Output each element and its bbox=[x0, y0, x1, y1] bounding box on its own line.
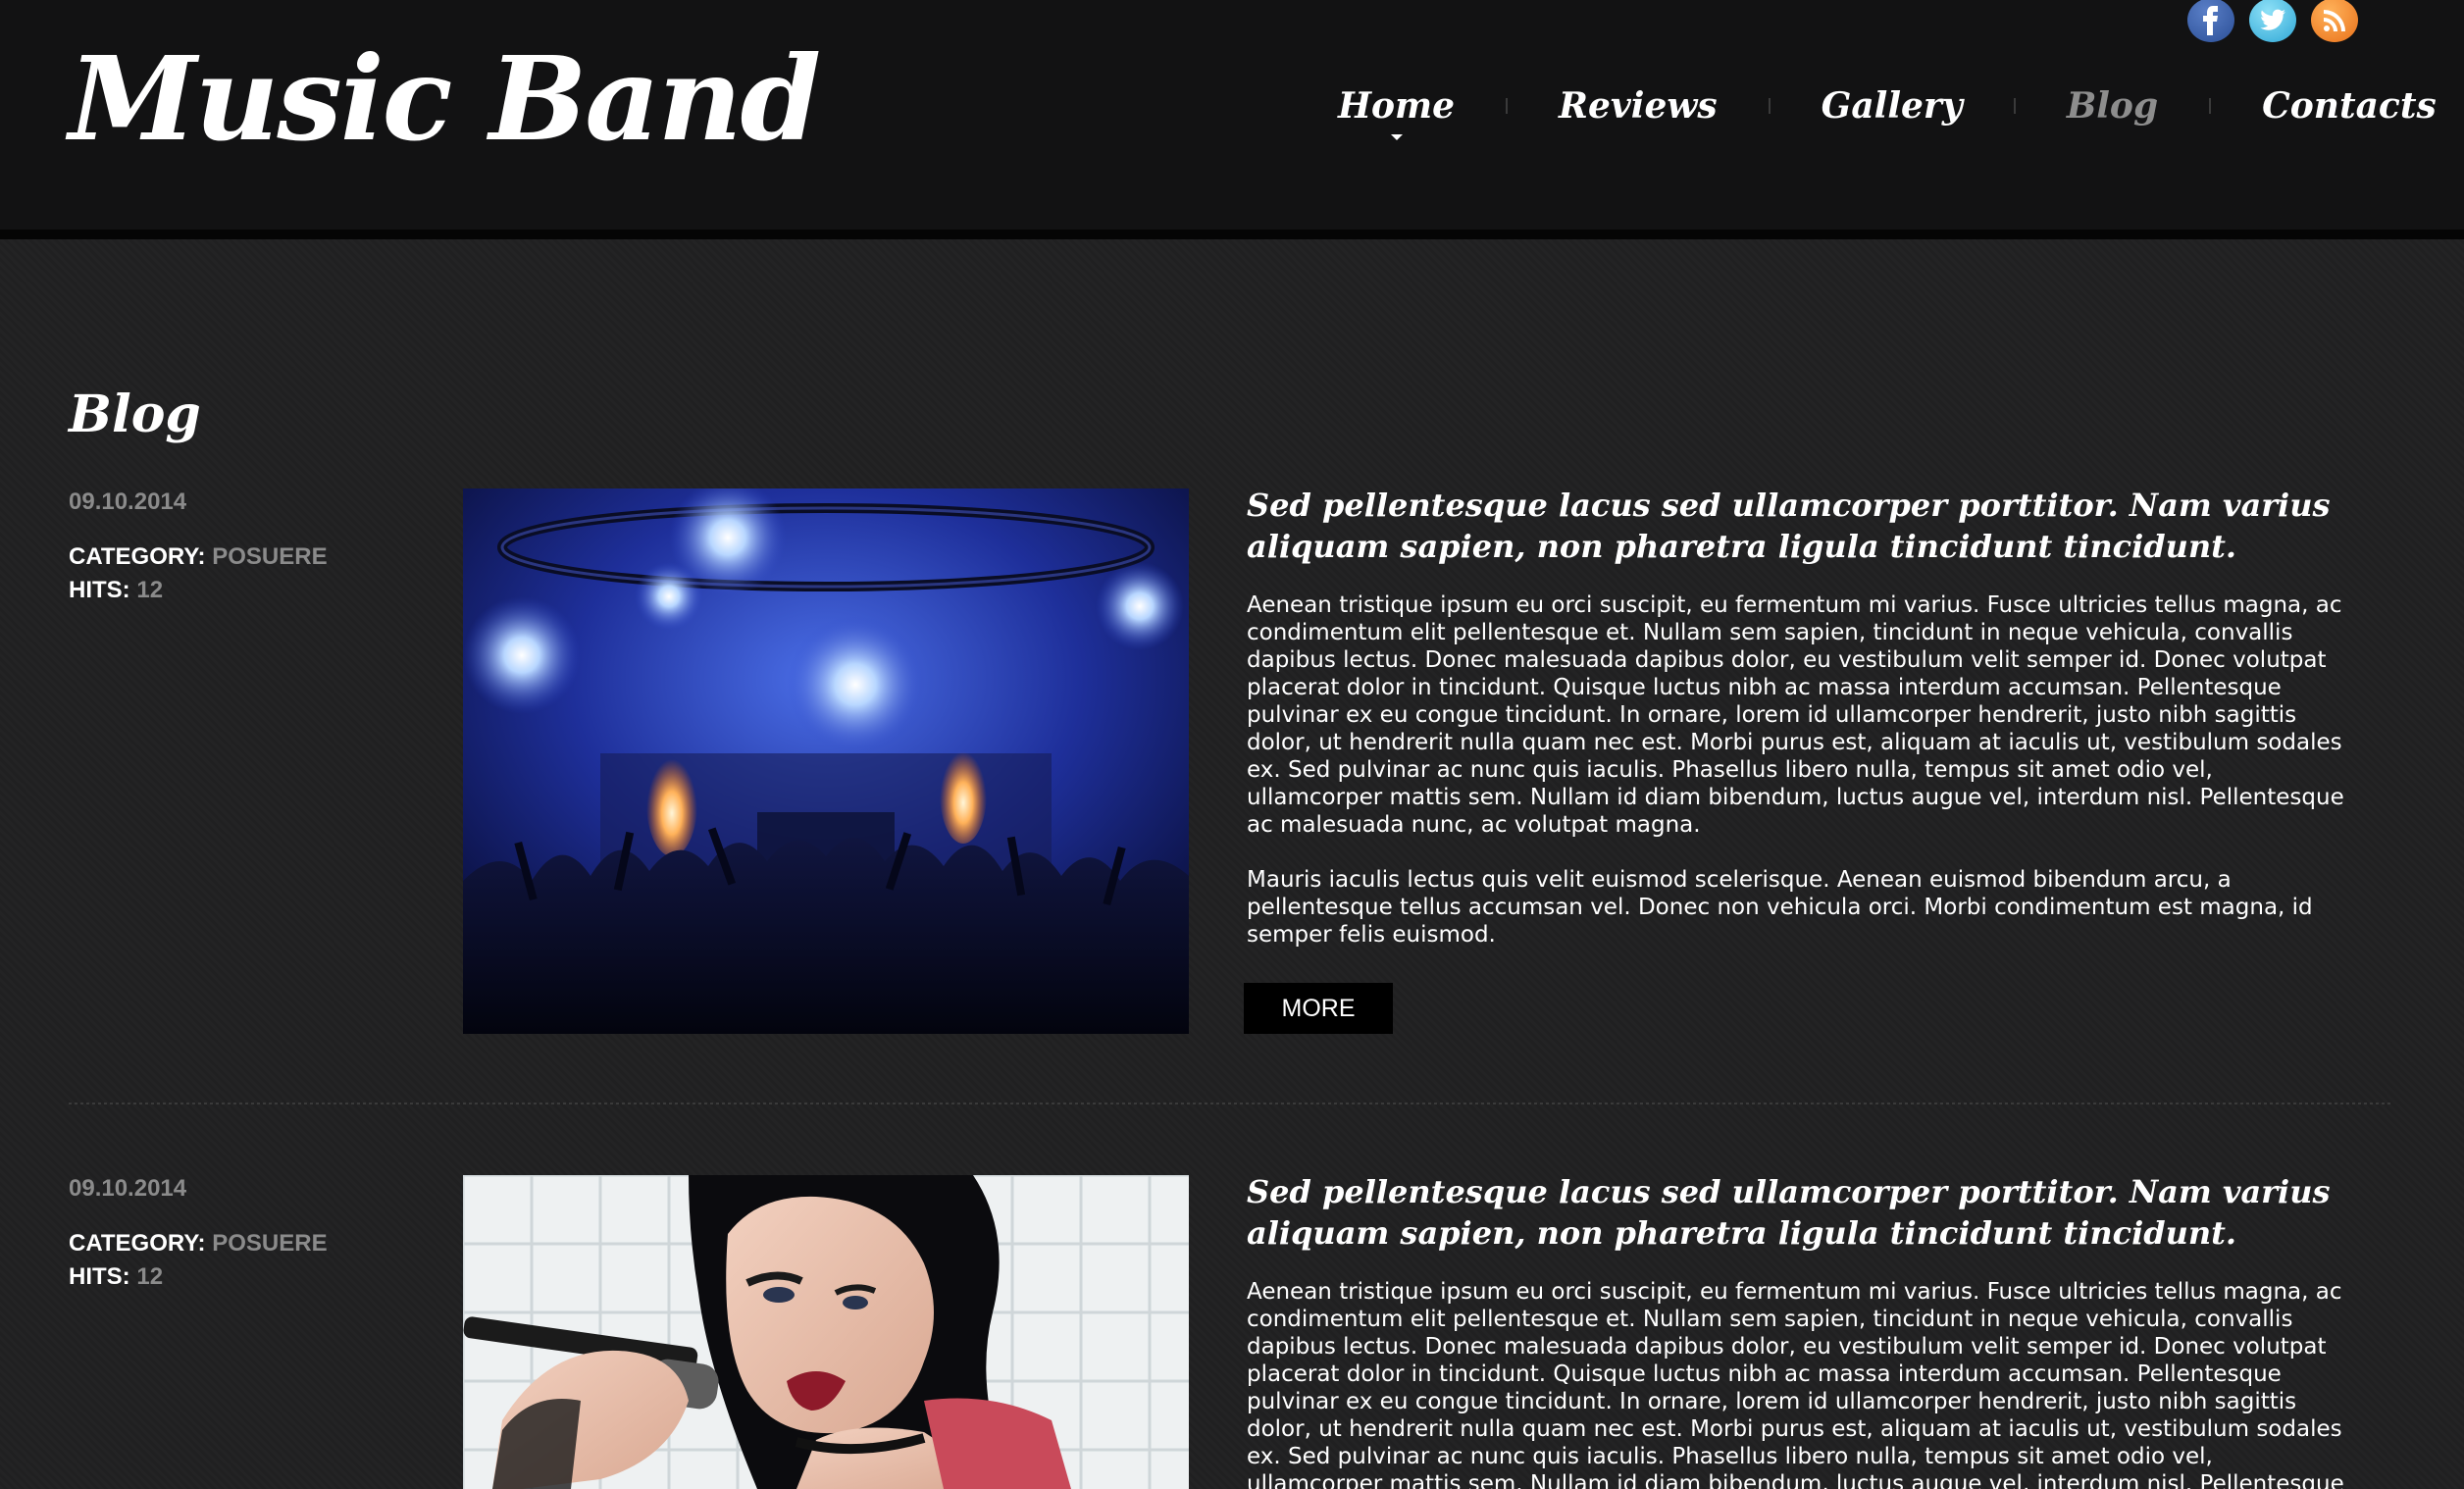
nav-item-reviews[interactable]: Reviews bbox=[1555, 85, 1721, 127]
post-date: 09.10.2014 bbox=[69, 488, 187, 515]
hits-count: 12 bbox=[136, 577, 164, 603]
main-nav: Home Reviews Gallery Blog Contacts bbox=[1334, 77, 2440, 140]
hits-count: 12 bbox=[136, 1263, 164, 1290]
category-label: CATEGORY: bbox=[69, 543, 206, 570]
nav-item-label: Contacts bbox=[2262, 85, 2437, 127]
post-meta: 09.10.2014 CATEGORY: POSUERE HITS: 12 bbox=[69, 488, 328, 604]
post-category: CATEGORY: POSUERE bbox=[69, 543, 328, 571]
post-image-concert[interactable] bbox=[463, 488, 1189, 1034]
nav-separator bbox=[1768, 98, 1771, 114]
post-paragraph: Aenean tristique ipsum eu orci suscipit,… bbox=[1247, 592, 2344, 838]
post-body: Aenean tristique ipsum eu orci suscipit,… bbox=[1247, 1278, 2355, 1489]
post-body: Aenean tristique ipsum eu orci suscipit,… bbox=[1247, 591, 2355, 949]
nav-item-label: Gallery bbox=[1821, 85, 1963, 127]
category-label: CATEGORY: bbox=[69, 1230, 206, 1257]
nav-item-home[interactable]: Home bbox=[1334, 85, 1459, 140]
nav-item-contacts[interactable]: Contacts bbox=[2258, 85, 2440, 127]
post-divider bbox=[69, 1103, 2393, 1104]
nav-separator bbox=[2013, 98, 2016, 114]
nav-item-blog[interactable]: Blog bbox=[2063, 85, 2162, 127]
post-hits: HITS: 12 bbox=[69, 1263, 328, 1291]
singer-image bbox=[463, 1175, 1189, 1489]
social-links bbox=[2187, 0, 2358, 44]
hits-label: HITS: bbox=[69, 1263, 130, 1290]
hits-label: HITS: bbox=[69, 577, 130, 603]
post-image-singer[interactable] bbox=[463, 1175, 1189, 1489]
post-heading[interactable]: Sed pellentesque lacus sed ullamcorper p… bbox=[1247, 1171, 2394, 1254]
post-date: 09.10.2014 bbox=[69, 1175, 187, 1202]
header-divider bbox=[0, 230, 2464, 239]
nav-item-label: Home bbox=[1338, 85, 1456, 127]
facebook-icon[interactable] bbox=[2187, 0, 2234, 42]
site-logo[interactable]: Music Band bbox=[69, 29, 821, 169]
nav-separator bbox=[2209, 98, 2212, 114]
post-category: CATEGORY: POSUERE bbox=[69, 1230, 328, 1258]
category-link[interactable]: POSUERE bbox=[212, 1230, 327, 1257]
nav-item-gallery[interactable]: Gallery bbox=[1818, 85, 1967, 127]
page-title: Blog bbox=[69, 385, 201, 444]
twitter-icon[interactable] bbox=[2249, 0, 2296, 42]
rss-icon[interactable] bbox=[2311, 0, 2358, 42]
caret-down-icon bbox=[1390, 134, 1403, 140]
nav-item-label: Blog bbox=[2066, 85, 2159, 127]
nav-item-label: Reviews bbox=[1559, 85, 1718, 127]
post-paragraph: Mauris iaculis lectus quis velit euismod… bbox=[1247, 867, 2313, 948]
category-link[interactable]: POSUERE bbox=[212, 543, 327, 570]
post-heading[interactable]: Sed pellentesque lacus sed ullamcorper p… bbox=[1247, 485, 2394, 567]
post-meta: 09.10.2014 CATEGORY: POSUERE HITS: 12 bbox=[69, 1175, 328, 1291]
site-header: Music Band Home Reviews Gallery Blog Con… bbox=[0, 0, 2464, 230]
more-button[interactable]: MORE bbox=[1244, 983, 1393, 1034]
concert-image bbox=[463, 488, 1189, 1034]
post-hits: HITS: 12 bbox=[69, 577, 328, 604]
page: Music Band Home Reviews Gallery Blog Con… bbox=[0, 0, 2464, 1489]
post-paragraph: Aenean tristique ipsum eu orci suscipit,… bbox=[1247, 1279, 2344, 1489]
nav-separator bbox=[1506, 98, 1509, 114]
